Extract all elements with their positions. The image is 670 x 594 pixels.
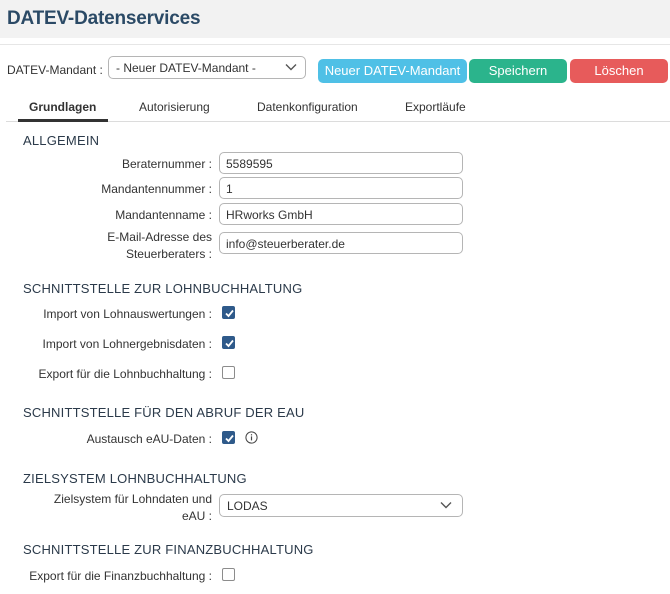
zielsystem-label: Zielsystem für Lohndaten und eAU :: [54, 491, 212, 525]
mandant-select-value: - Neuer DATEV-Mandant -: [116, 61, 256, 75]
austausch-eau-label: Austausch eAU-Daten :: [86, 432, 212, 446]
email-field[interactable]: info@steuerberater.de: [219, 232, 463, 254]
page-title: DATEV-Datenservices: [7, 8, 201, 29]
section-heading-zielsystem: ZIELSYSTEM LOHNBUCHHALTUNG: [23, 471, 247, 486]
tab-exportlaeufe[interactable]: Exportläufe: [405, 100, 466, 114]
beraternummer-value: 5589595: [226, 157, 273, 171]
email-value: info@steuerberater.de: [226, 237, 345, 251]
mandantenname-value: HRworks GmbH: [226, 208, 313, 222]
section-heading-lohnbuchhaltung: SCHNITTSTELLE ZUR LOHNBUCHHALTUNG: [23, 281, 303, 296]
chevron-down-icon: [285, 64, 297, 71]
mandantenname-label: Mandantenname :: [115, 208, 212, 222]
active-tab-indicator: [18, 119, 108, 122]
austausch-eau-checkbox[interactable]: [222, 431, 235, 444]
toolbar: DATEV-Mandant : - Neuer DATEV-Mandant - …: [0, 44, 670, 86]
mandantennummer-value: 1: [226, 182, 233, 196]
tab-datenkonfiguration[interactable]: Datenkonfiguration: [257, 100, 358, 114]
export-lohnbuchhaltung-checkbox[interactable]: [222, 366, 235, 379]
zielsystem-label-line2: eAU :: [181, 509, 212, 523]
tab-autorisierung[interactable]: Autorisierung: [139, 100, 210, 114]
section-heading-allgemein: ALLGEMEIN: [23, 133, 100, 148]
header-bar: DATEV-Datenservices: [0, 0, 670, 38]
email-label-line1: E-Mail-Adresse des: [107, 230, 212, 244]
import-lohnauswertungen-checkbox[interactable]: [222, 306, 235, 319]
tab-grundlagen[interactable]: Grundlagen: [29, 100, 96, 114]
new-mandant-button[interactable]: Neuer DATEV-Mandant: [318, 59, 467, 83]
beraternummer-field[interactable]: 5589595: [219, 152, 463, 174]
import-lohnauswertungen-label: Import von Lohnauswertungen :: [43, 307, 212, 321]
zielsystem-select-value: LODAS: [227, 499, 268, 513]
delete-button[interactable]: Löschen: [570, 59, 668, 83]
export-lohnbuchhaltung-label: Export für die Lohnbuchhaltung :: [38, 367, 212, 381]
save-button[interactable]: Speichern: [469, 59, 567, 83]
section-heading-finanzbuchhaltung: SCHNITTSTELLE ZUR FINANZBUCHHALTUNG: [23, 542, 314, 557]
mandant-label: DATEV-Mandant :: [7, 63, 103, 77]
import-lohnergebnisdaten-label: Import von Lohnergebnisdaten :: [42, 337, 212, 351]
export-finanzbuchhaltung-checkbox[interactable]: [222, 568, 235, 581]
import-lohnergebnisdaten-checkbox[interactable]: [222, 336, 235, 349]
zielsystem-select[interactable]: LODAS: [219, 494, 463, 517]
email-label: E-Mail-Adresse des Steuerberaters :: [107, 229, 212, 263]
export-finanzbuchhaltung-label: Export für die Finanzbuchhaltung :: [29, 569, 212, 583]
mandantennummer-label: Mandantennummer :: [101, 182, 212, 196]
beraternummer-label: Beraternummer :: [121, 157, 212, 171]
check-icon: [225, 434, 234, 443]
section-heading-eau: SCHNITTSTELLE FÜR DEN ABRUF DER EAU: [23, 405, 305, 420]
check-icon: [225, 339, 234, 348]
mandant-select[interactable]: - Neuer DATEV-Mandant -: [108, 56, 306, 79]
chevron-down-icon: [440, 502, 452, 509]
zielsystem-label-line1: Zielsystem für Lohndaten und: [53, 492, 212, 506]
check-icon: [225, 309, 234, 318]
email-label-line2: Steuerberaters :: [125, 247, 212, 261]
mandantennummer-field[interactable]: 1: [219, 177, 463, 199]
info-icon[interactable]: [245, 431, 258, 444]
mandantenname-field[interactable]: HRworks GmbH: [219, 203, 463, 225]
tab-bar: Grundlagen Autorisierung Datenkonfigurat…: [6, 94, 670, 122]
